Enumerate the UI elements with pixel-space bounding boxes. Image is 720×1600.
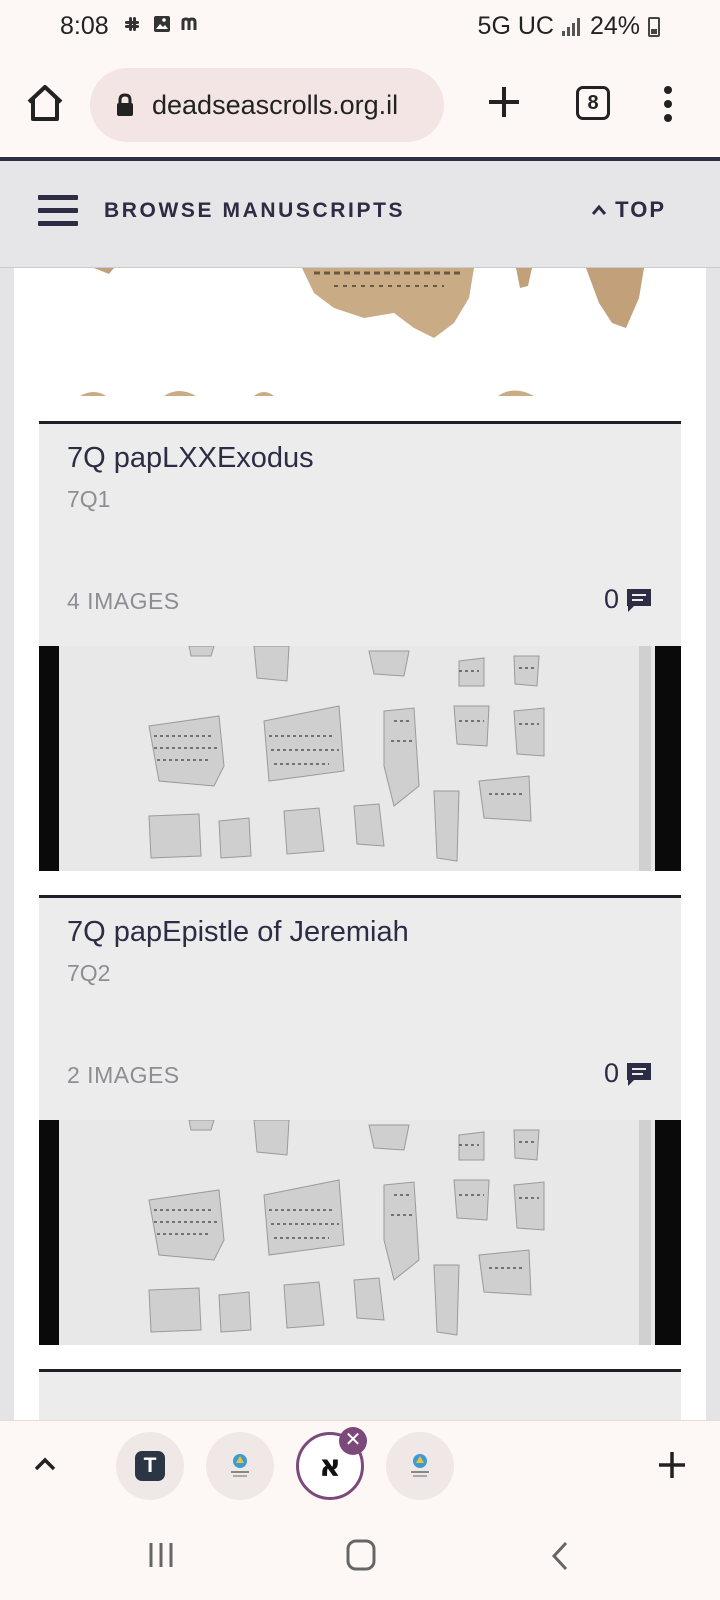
hamburger-menu-icon[interactable] (38, 195, 78, 229)
page-title[interactable]: BROWSE MANUSCRIPTS (104, 199, 405, 223)
comment-count-value: 0 (603, 1058, 619, 1088)
network-label: 5G UC (477, 12, 554, 40)
image-icon (153, 15, 170, 32)
status-bar: 8:08 5G UC 24% (0, 0, 720, 52)
plus-icon (489, 87, 519, 117)
home-icon (27, 85, 63, 121)
comment-count-value: 0 (603, 584, 619, 614)
address-bar[interactable]: deadseascrolls.org.il (90, 68, 444, 142)
back-nav-icon[interactable] (548, 1540, 572, 1572)
plus-icon (659, 1452, 685, 1478)
tab-switcher-button[interactable]: 8 (576, 86, 610, 120)
m-icon (181, 17, 197, 30)
manuscript-id: 7Q2 (67, 960, 111, 986)
manuscript-list: 7Q papLXXExodus 7Q1 4 IMAGES 0 7Q papEpi… (14, 268, 706, 1420)
comment-icon (627, 588, 651, 612)
chevron-up-icon (592, 204, 607, 215)
battery-label: 24% (589, 12, 640, 40)
lock-icon (117, 93, 133, 116)
chevron-up-icon (34, 1457, 56, 1471)
manuscript-card[interactable]: 7Q papLXXExodus 7Q1 4 IMAGES 0 (39, 421, 681, 871)
expand-tabs-button[interactable] (30, 1449, 60, 1479)
manuscript-title[interactable]: 7Q papLXXExodus (67, 442, 314, 475)
notification-icons (122, 12, 203, 35)
tab-favicon-active[interactable]: א ✕ (296, 1427, 367, 1500)
new-tab-button[interactable] (484, 82, 524, 122)
url-text: deadseascrolls.org.il (152, 89, 399, 120)
christian-forums-favicon-icon (411, 1454, 429, 1477)
overflow-menu-button[interactable] (656, 84, 680, 124)
comment-count[interactable]: 0 (604, 584, 653, 615)
manuscript-card[interactable] (39, 1369, 681, 1420)
comment-count[interactable]: 0 (604, 1058, 653, 1089)
t-favicon-icon: T (135, 1451, 165, 1481)
christian-forums-favicon-icon (231, 1454, 249, 1477)
close-tab-button[interactable]: ✕ (339, 1427, 367, 1455)
comment-icon (627, 1062, 651, 1086)
manuscript-card[interactable]: 7Q papEpistle of Jeremiah 7Q2 2 IMAGES 0 (39, 895, 681, 1345)
tab-favicon-christian-forums-2[interactable] (386, 1432, 454, 1500)
scroll-fragments-image[interactable] (14, 268, 706, 403)
browser-toolbar: deadseascrolls.org.il 8 (0, 52, 720, 157)
system-nav-bar (0, 1510, 720, 1600)
recent-apps-icon[interactable] (146, 1540, 176, 1570)
aleph-favicon-icon: א (319, 1448, 341, 1484)
top-label: TOP (615, 197, 666, 222)
back-to-top-link[interactable]: TOP (591, 197, 666, 223)
status-right: 5G UC 24% (478, 12, 660, 41)
signal-icon (561, 17, 582, 36)
tab-strip: T א ✕ (0, 1420, 720, 1510)
add-tab-button[interactable] (654, 1447, 690, 1483)
site-header: BROWSE MANUSCRIPTS TOP (0, 161, 720, 268)
image-count: 2 IMAGES (67, 1062, 180, 1088)
manuscript-thumbnail[interactable] (39, 1120, 681, 1345)
more-vert-icon (664, 86, 672, 122)
home-nav-icon[interactable] (345, 1538, 377, 1572)
status-time: 8:08 (60, 12, 109, 40)
image-count: 4 IMAGES (67, 588, 180, 614)
tab-favicon-t[interactable]: T (116, 1432, 184, 1500)
home-button[interactable] (24, 82, 66, 124)
battery-icon (648, 16, 660, 37)
slack-icon (125, 16, 139, 31)
manuscript-thumbnail[interactable] (39, 646, 681, 871)
manuscript-id: 7Q1 (67, 486, 111, 512)
tab-favicon-christian-forums[interactable] (206, 1432, 274, 1500)
manuscript-title[interactable]: 7Q papEpistle of Jeremiah (67, 916, 409, 949)
